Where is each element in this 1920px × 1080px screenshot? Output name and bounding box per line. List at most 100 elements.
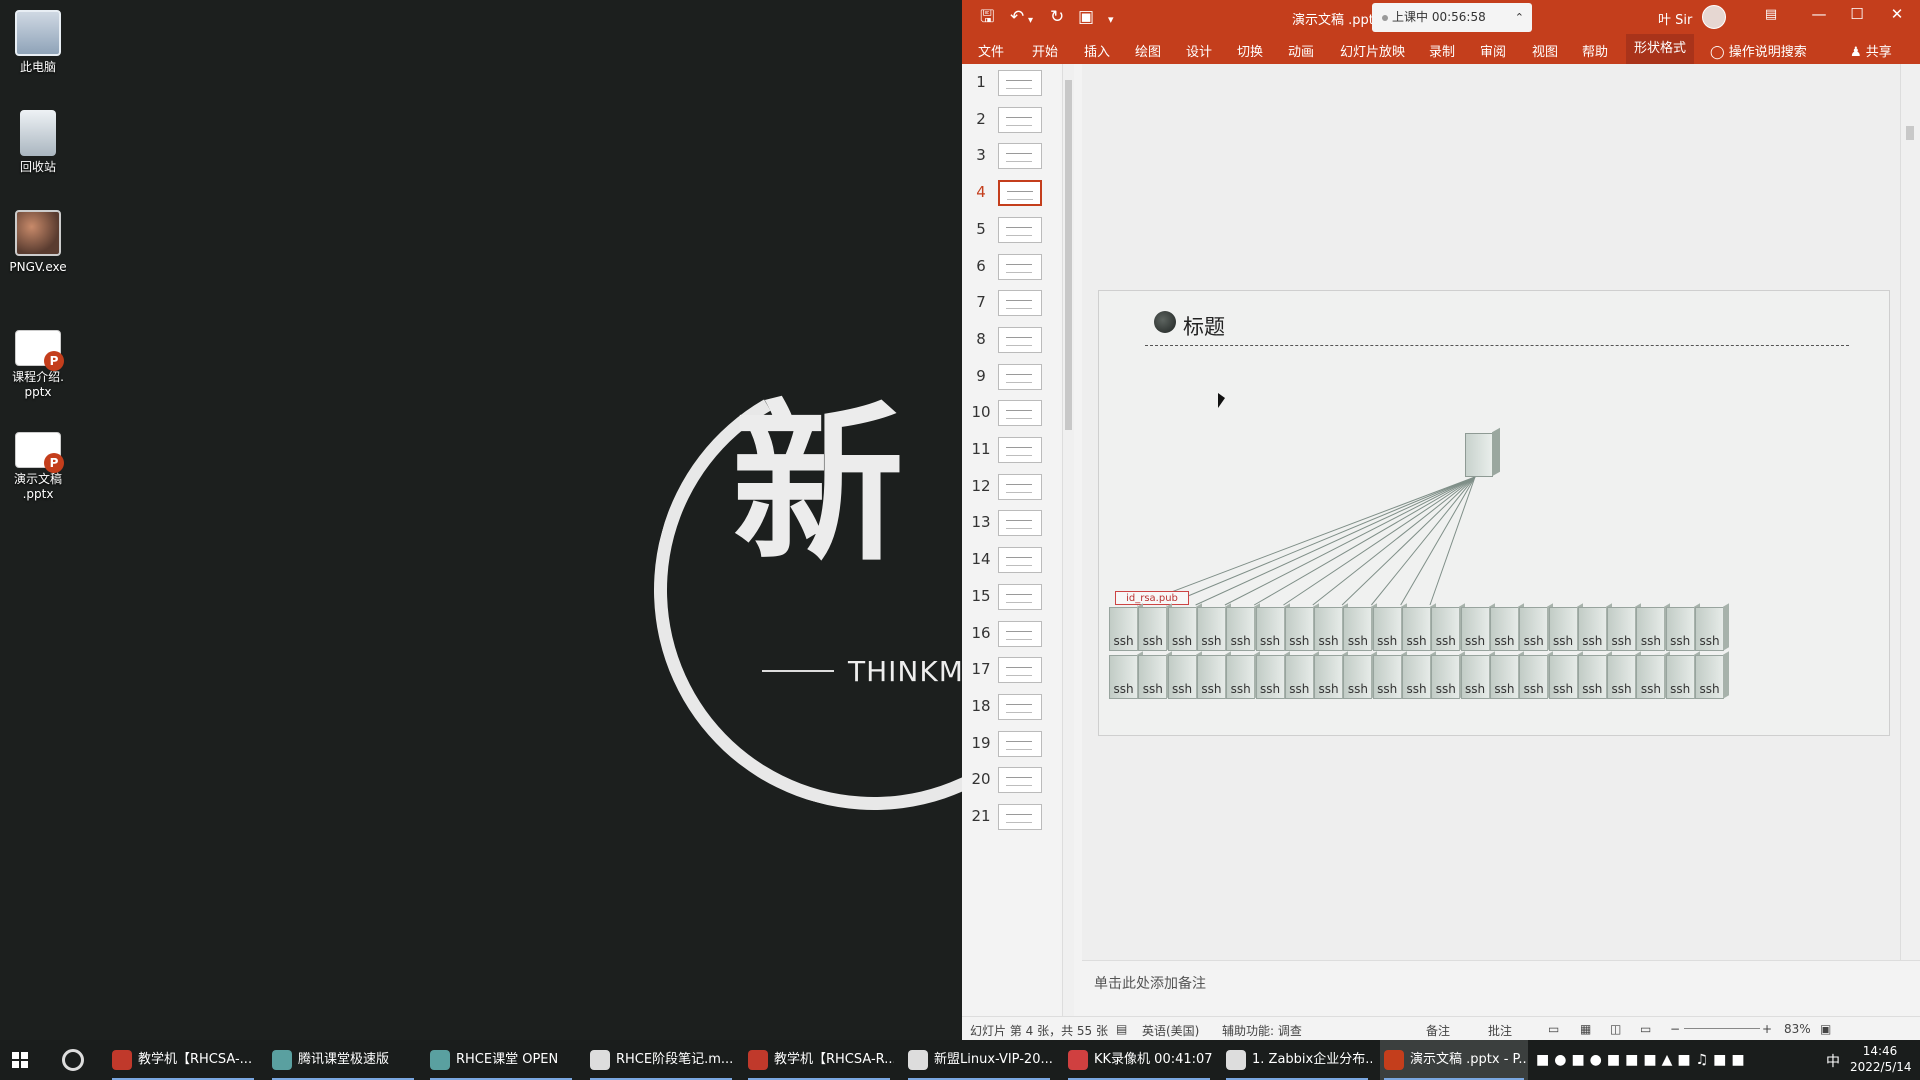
ssh-node[interactable]: ssh	[1372, 607, 1402, 651]
ssh-node[interactable]: ssh	[1519, 655, 1549, 699]
comments-button[interactable]: 批注	[1488, 1022, 1512, 1039]
ssh-node[interactable]: ssh	[1372, 655, 1402, 699]
tab-view[interactable]: 视图	[1532, 41, 1558, 60]
slide-preview[interactable]	[998, 693, 1042, 720]
slide-preview[interactable]	[998, 326, 1042, 353]
scroll-thumb[interactable]	[1065, 80, 1072, 430]
tab-review[interactable]: 审阅	[1480, 41, 1506, 60]
slide-thumbnail[interactable]: 5	[962, 216, 1062, 253]
ssh-node[interactable]: ssh	[1695, 607, 1724, 651]
clock[interactable]: 14:46 2022/5/14	[1850, 1043, 1912, 1075]
ssh-node[interactable]: ssh	[1548, 607, 1578, 651]
tab-draw[interactable]: 绘图	[1135, 41, 1161, 60]
chevron-up-icon[interactable]: ⌃	[1515, 3, 1524, 32]
ssh-node[interactable]: ssh	[1109, 655, 1138, 699]
taskbar-app[interactable]: 1. Zabbix企业分布...	[1222, 1040, 1372, 1080]
slide-thumbnail[interactable]: 7	[962, 290, 1062, 326]
ssh-node[interactable]: ssh	[1167, 607, 1197, 651]
slide-preview[interactable]	[998, 547, 1042, 574]
server-icon[interactable]	[1465, 433, 1493, 477]
tab-animations[interactable]: 动画	[1288, 41, 1314, 60]
editor-scrollbar[interactable]	[1900, 64, 1920, 960]
slide-thumbnail[interactable]: 8	[962, 326, 1062, 363]
slide-preview[interactable]	[998, 363, 1042, 390]
slide-thumbnail[interactable]: 20	[962, 767, 1062, 803]
ssh-node[interactable]: ssh	[1314, 607, 1344, 651]
ssh-node[interactable]: ssh	[1607, 655, 1637, 699]
taskbar-app[interactable]: 教学机【RHCSA-...	[108, 1040, 258, 1080]
slide-thumbnail[interactable]: 16	[962, 620, 1062, 657]
scroll-thumb[interactable]	[1906, 126, 1914, 140]
ssh-node[interactable]: ssh	[1343, 607, 1373, 651]
ssh-node[interactable]: ssh	[1402, 655, 1431, 699]
desktop-icon-this-pc[interactable]: 此电脑	[4, 10, 72, 75]
ssh-node[interactable]: ssh	[1226, 607, 1256, 651]
tab-home[interactable]: 开始	[1032, 41, 1058, 60]
slide-thumbnail[interactable]: 11	[962, 437, 1062, 473]
slide-preview[interactable]	[998, 657, 1042, 684]
slide-thumbnail[interactable]: 3	[962, 143, 1062, 179]
ssh-node[interactable]: ssh	[1665, 655, 1695, 699]
ssh-node[interactable]: ssh	[1665, 607, 1695, 651]
taskbar-app[interactable]: 新盟Linux-VIP-20...	[904, 1040, 1054, 1080]
slide-preview[interactable]	[998, 510, 1042, 537]
save-icon[interactable]: 🖫	[980, 7, 994, 27]
tell-me-search[interactable]: ◯ 操作说明搜索	[1710, 41, 1807, 60]
ssh-node[interactable]: ssh	[1226, 655, 1256, 699]
slide-thumbnail[interactable]: 1	[962, 70, 1062, 106]
taskbar-app[interactable]: KK录像机 00:41:07	[1064, 1040, 1214, 1080]
slide-preview[interactable]	[998, 70, 1042, 96]
tab-slideshow[interactable]: 幻灯片放映	[1340, 41, 1405, 60]
ssh-node[interactable]: ssh	[1607, 607, 1637, 651]
slide-thumbnail[interactable]: 21	[962, 804, 1062, 840]
slide-preview[interactable]	[998, 473, 1042, 500]
notes-pane[interactable]: 单击此处添加备注	[1082, 960, 1920, 1016]
tab-transitions[interactable]: 切换	[1237, 41, 1263, 60]
slide-preview[interactable]	[998, 400, 1042, 427]
ssh-node[interactable]: ssh	[1489, 655, 1519, 699]
maximize-icon[interactable]: ☐	[1842, 5, 1872, 23]
fit-to-window-icon[interactable]: ▣	[1820, 1022, 1831, 1036]
close-icon[interactable]: ✕	[1882, 5, 1912, 23]
zoom-in-icon[interactable]: +	[1762, 1022, 1772, 1036]
tab-record[interactable]: 录制	[1429, 41, 1455, 60]
taskbar-app[interactable]: 教学机【RHCSA-R...	[744, 1040, 894, 1080]
desktop-icon-course-intro[interactable]: 课程介绍. pptx	[4, 330, 72, 400]
zoom-slider[interactable]	[1684, 1028, 1760, 1029]
slideshow-from-start-icon[interactable]: ▣	[1078, 7, 1094, 27]
slide-thumbnail[interactable]: 9	[962, 363, 1062, 400]
ssh-node[interactable]: ssh	[1138, 607, 1168, 651]
ssh-node[interactable]: ssh	[1577, 607, 1607, 651]
ssh-node[interactable]: ssh	[1577, 655, 1607, 699]
slide-preview[interactable]	[998, 216, 1042, 243]
zoom-out-icon[interactable]: −	[1670, 1022, 1680, 1036]
slide-preview[interactable]	[998, 804, 1042, 830]
slide-preview[interactable]	[998, 143, 1042, 170]
ribbon-display-options-icon[interactable]: ▤	[1756, 7, 1786, 22]
zoom-level[interactable]: 83%	[1784, 1022, 1811, 1036]
slide-thumbnail[interactable]: 18	[962, 693, 1062, 730]
slide-thumbnail[interactable]: 2	[962, 106, 1062, 143]
tab-design[interactable]: 设计	[1186, 41, 1212, 60]
slide-thumbnail[interactable]: 17	[962, 657, 1062, 693]
ssh-node[interactable]: ssh	[1284, 607, 1314, 651]
tab-help[interactable]: 帮助	[1582, 41, 1608, 60]
slide-thumbnail[interactable]: 19	[962, 730, 1062, 767]
windows-start-icon[interactable]	[12, 1052, 28, 1068]
slide-thumbnail[interactable]: 6	[962, 253, 1062, 290]
ssh-node[interactable]: ssh	[1636, 655, 1666, 699]
edge-browser-icon[interactable]	[62, 1049, 84, 1071]
ssh-node[interactable]: ssh	[1314, 655, 1344, 699]
ssh-node[interactable]: ssh	[1196, 607, 1226, 651]
ssh-node[interactable]: ssh	[1489, 607, 1519, 651]
thumbnails-scrollbar[interactable]	[1062, 64, 1074, 1016]
slide-sorter-icon[interactable]: ▦	[1580, 1022, 1591, 1036]
input-method-indicator[interactable]: 中	[1826, 1051, 1840, 1071]
ssh-node[interactable]: ssh	[1167, 655, 1197, 699]
accessibility-status[interactable]: 辅助功能: 调查	[1222, 1022, 1302, 1039]
ssh-node[interactable]: ssh	[1255, 607, 1285, 651]
tab-shape-format[interactable]: 形状格式	[1626, 34, 1695, 64]
slide-thumbnail[interactable]: 4	[962, 180, 1062, 216]
taskbar-app[interactable]: RHCE阶段笔记.m...	[586, 1040, 736, 1080]
desktop-icon-presentation[interactable]: 演示文稿 .pptx	[4, 432, 72, 502]
